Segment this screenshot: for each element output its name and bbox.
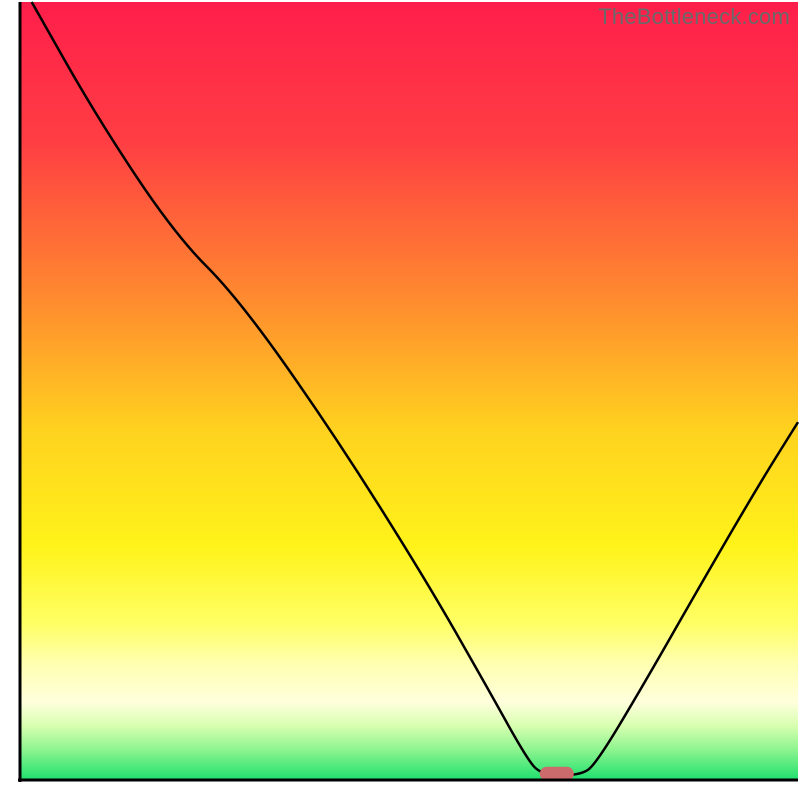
bottleneck-chart: [0, 0, 800, 800]
plot-background: [20, 2, 798, 780]
watermark-text: TheBottleneck.com: [598, 4, 790, 30]
chart-container: TheBottleneck.com: [0, 0, 800, 800]
